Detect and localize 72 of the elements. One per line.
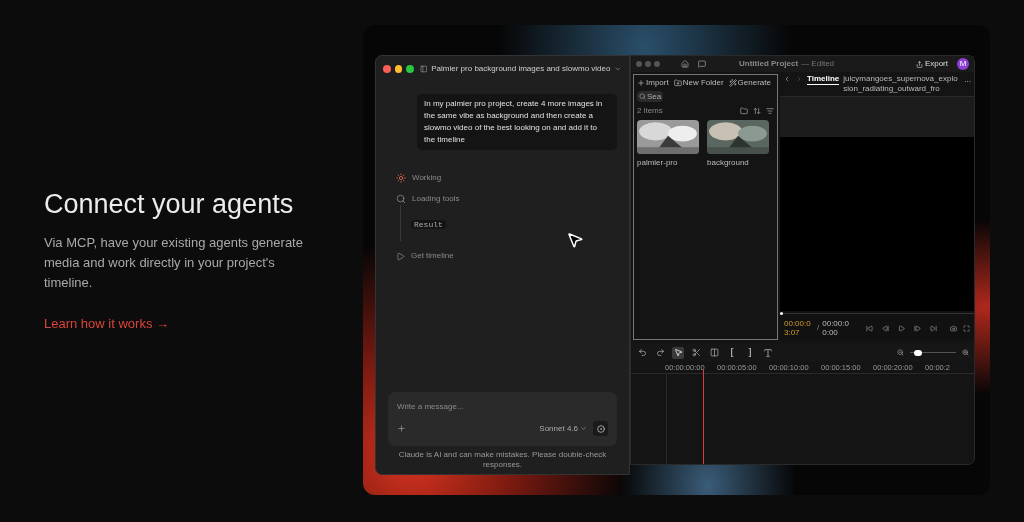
step-label: Loading tools [412,193,460,205]
sort-icon[interactable] [753,106,761,115]
editor-tab[interactable]: juicymangoes_supernova_explosion_radiating_outward_fro [843,74,961,94]
item-count: 2 items [637,104,663,117]
share-icon [915,60,923,68]
section-heading: Connect your agents [44,188,295,221]
record-icon [596,424,605,433]
time-separator: / [817,322,820,334]
message-input[interactable]: Write a message... [397,401,608,413]
text-tool-button[interactable] [762,346,774,359]
play-icon[interactable] [897,324,905,332]
home-icon[interactable] [681,60,689,68]
step-label: Get timeline [411,250,454,262]
mouse-cursor-icon [566,231,584,249]
plus-icon [637,79,645,87]
chat-icon[interactable] [698,60,706,68]
step-forward-icon[interactable] [913,324,921,332]
editor-tab[interactable]: Timeline [807,74,840,85]
zoom-in-icon[interactable] [962,349,969,356]
mark-out-button[interactable]: ] [744,346,756,359]
model-picker[interactable]: Sonnet 4.6 [539,422,587,435]
skip-back-icon[interactable] [865,324,873,332]
redo-button[interactable] [654,346,666,359]
zoom-thumb[interactable] [913,349,922,356]
media-name: background [707,157,750,169]
search-field[interactable]: Sea [637,91,664,102]
total-time: 00:00:00:00 [822,319,850,337]
search-icon [639,93,646,100]
scissors-button[interactable] [690,346,702,359]
sidebar-icon[interactable] [419,65,428,73]
chevron-down-icon[interactable] [614,65,622,73]
result-tag: Result [411,220,446,229]
user-message: In my palmier pro project, create 4 more images in the same vibe as background and then create a slowmo video of the best looking on and add it to the timeline [417,94,617,150]
import-action[interactable]: Import [637,77,669,89]
zoom-slider[interactable] [910,349,956,356]
search-icon [396,194,406,204]
disclaimer-text: Claude is AI and can make mistakes. Please double-check responses. [397,449,608,471]
chat-title: Palmier pro background images and slowmo video [431,63,611,75]
play-icon [396,251,405,261]
back-icon[interactable] [783,75,791,83]
progress-thumb[interactable] [780,312,783,315]
select-tool-button[interactable] [672,346,684,359]
export-button[interactable]: Export [915,58,948,70]
folder-action[interactable]: New Folder [673,77,724,89]
project-title: Untitled Project [739,58,799,70]
camera-icon[interactable] [950,324,957,332]
zoom-out-icon[interactable] [897,349,904,356]
user-avatar[interactable]: M [957,58,969,70]
chevron-down-icon [580,425,587,432]
split-button[interactable] [708,346,720,359]
media-name: palmier-pro [637,157,679,169]
section-description: Via MCP, have your existing agents generate media and work directly in your project's timeline. [44,234,304,292]
folder-plus-icon [673,79,682,87]
more-tabs[interactable]: ... [964,74,971,86]
step-label: Working [412,172,442,184]
skip-forward-icon[interactable] [929,324,937,332]
forward-icon[interactable] [795,75,803,83]
learn-more-link[interactable]: Learn how it works → [44,314,169,334]
folder-icon[interactable] [740,106,748,115]
step-back-icon[interactable] [881,324,889,332]
sun-icon [396,173,406,183]
current-time: 00:00:03:07 [784,319,812,337]
undo-button[interactable] [636,346,648,359]
wand-icon [728,79,737,87]
fullscreen-icon[interactable] [963,324,970,332]
filter-icon[interactable] [766,106,774,115]
mark-in-button[interactable]: [ [726,346,738,359]
plus-icon[interactable] [397,424,406,433]
save-status: — Edited [801,58,835,70]
generate-action[interactable]: Generate [728,77,771,89]
send-button[interactable] [593,421,608,436]
progress-track[interactable] [780,311,974,316]
